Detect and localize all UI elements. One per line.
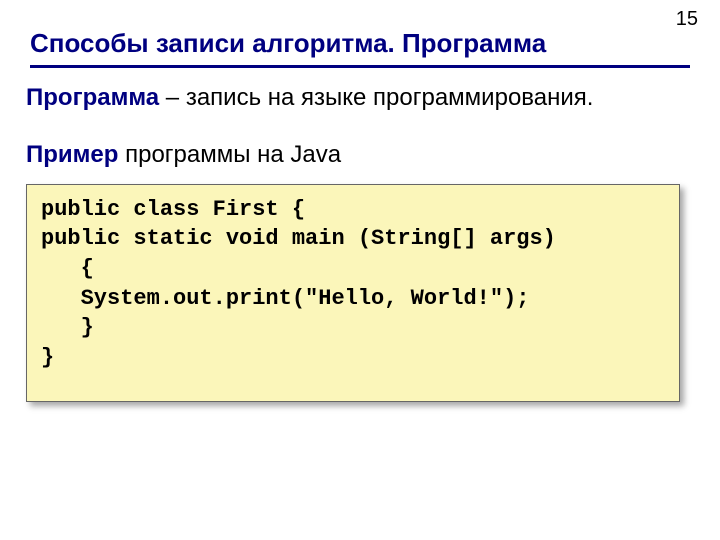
title-underline [30, 65, 690, 68]
code-line: public static void main (String[] args) [41, 226, 556, 251]
code-line: { [41, 256, 94, 281]
definition-line: Программа – запись на языке программиров… [26, 84, 696, 113]
code-line: } [41, 345, 54, 370]
definition-dash: – [159, 84, 186, 111]
code-block: public class First { public static void … [26, 184, 680, 402]
slide-title: Способы записи алгоритма. Программа [30, 28, 670, 65]
example-term: Пример [26, 141, 118, 168]
definition-term: Программа [26, 84, 159, 111]
code-line: System.out.print("Hello, World!"); [41, 286, 529, 311]
title-block: Способы записи алгоритма. Программа [30, 28, 670, 68]
definition-desc: запись на языке программирования. [186, 84, 594, 111]
code-line: public class First { [41, 197, 305, 222]
example-rest: программы на Java [118, 141, 341, 168]
example-line: Пример программы на Java [26, 141, 696, 170]
code-line: } [41, 315, 94, 340]
body: Программа – запись на языке программиров… [26, 84, 696, 402]
slide: 15 Способы записи алгоритма. Программа П… [0, 0, 720, 540]
page-number: 15 [676, 8, 698, 31]
